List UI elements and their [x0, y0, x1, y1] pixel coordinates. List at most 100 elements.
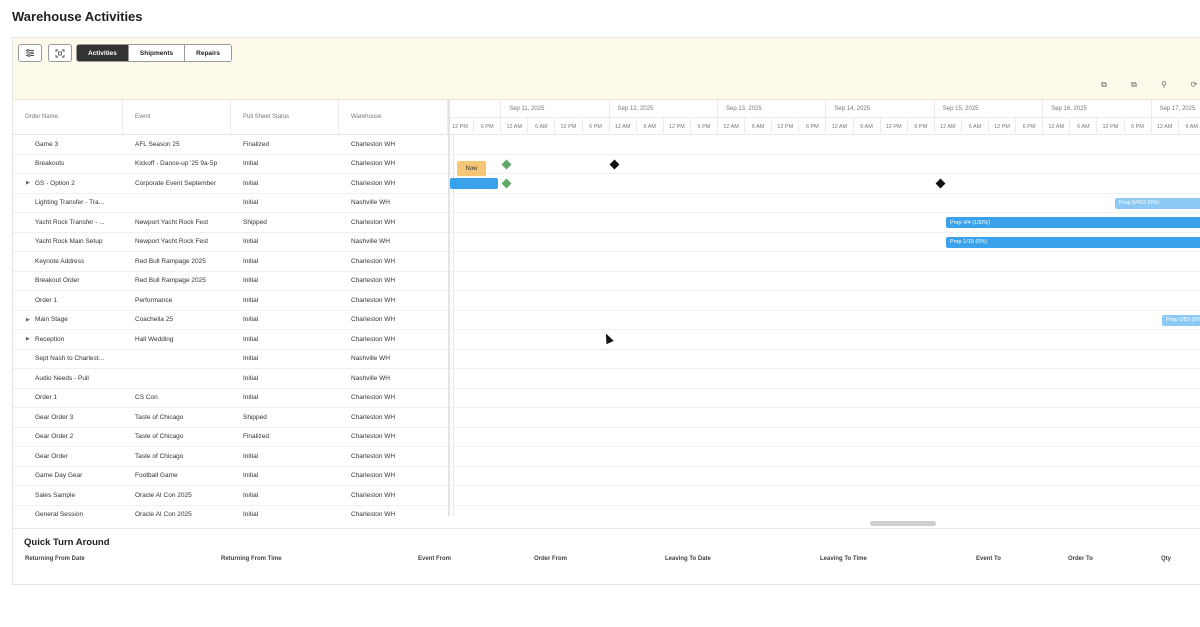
qta-col-event-from[interactable]: Event From — [418, 556, 451, 562]
timeline-hour-label: 12 PM — [879, 117, 907, 135]
order-name-cell-text: Yacht Rock Main Setup — [35, 238, 103, 246]
table-row[interactable]: Breakouts Kickoff - Dance-up '25 9a-5p Ini… — [13, 155, 448, 174]
table-row[interactable]: ▶ Reception Hall Wedding Initial Charleston … — [13, 330, 448, 350]
status-cell: Finalized — [231, 428, 339, 447]
warehouse-cell-text: Nashville WH — [351, 199, 391, 207]
table-row[interactable]: Game 3 AFL Season 25 Finalized Charleston W… — [13, 135, 448, 155]
status-cell-text: Initial — [243, 160, 259, 168]
gantt-bar[interactable]: Prep 0/423 (0%) — [1115, 197, 1200, 209]
column-header-status[interactable]: Pull Sheet Status — [231, 100, 339, 134]
order-name-cell-text: Sept Nash to Charlest... — [35, 355, 105, 363]
table-row[interactable]: Order 1 Performance Initial Charleston WH — [13, 291, 448, 311]
timeline-day-label: Sep 17, 2025 — [1150, 100, 1200, 117]
table-row[interactable]: Gear Order 2 Taste of Chicago Finalized Cha… — [13, 428, 448, 447]
order-name-cell: ▶ Main Stage — [13, 311, 123, 330]
warehouse-cell-text: Charleston WH — [351, 179, 396, 187]
timeline-hour-label: 6 AM — [744, 117, 772, 135]
status-cell-text: Initial — [243, 355, 259, 363]
timeline-hour-label: 6 PM — [906, 117, 934, 135]
status-cell: Initial — [231, 369, 339, 388]
status-cell-text: Finalized — [243, 140, 270, 148]
gantt-bar[interactable]: Prep 4/4 (100%) — [946, 217, 1200, 228]
horizontal-scrollbar[interactable] — [870, 521, 936, 526]
timeline-day-label: Sep 13, 2025 — [717, 100, 825, 117]
qta-col-event-to[interactable]: Event To — [976, 556, 1001, 562]
timeline-row — [450, 330, 1200, 350]
gantt-bar[interactable]: Prep 0/83 (0%) — [1162, 314, 1200, 326]
order-name-cell: Gear Order 2 — [13, 428, 123, 447]
status-cell: Initial — [231, 389, 339, 408]
table-row[interactable]: Sales Sample Oracle AI Con 2025 Initial Cha… — [13, 486, 448, 506]
timeline-hour-label: 12 AM — [1150, 117, 1178, 135]
warehouse-cell-text: Nashville WH — [351, 355, 391, 363]
warehouse-cell: Charleston WH — [339, 252, 448, 271]
warehouse-cell-text: Charleston WH — [351, 472, 396, 480]
warehouse-cell-text: Charleston WH — [351, 257, 396, 265]
timeline-row — [450, 467, 1200, 486]
table-row[interactable]: Breakout Order Red Bull Rampage 2025 Initi… — [13, 272, 448, 291]
table-row[interactable]: ▶ GS - Option 2 Corporate Event September I… — [13, 174, 448, 194]
table-row[interactable]: Keynote Address Red Bull Rampage 2025 Init… — [13, 252, 448, 272]
event-cell: Performance — [123, 291, 231, 310]
table-row[interactable]: Gear Order 3 Taste of Chicago Shipped Charl… — [13, 408, 448, 428]
status-cell-text: Initial — [243, 452, 259, 460]
timeline-day-label: Sep 16, 2025 — [1042, 100, 1150, 117]
qta-col-returning-from-time[interactable]: Returning From Time — [221, 556, 282, 562]
warehouse-cell-text: Charleston WH — [351, 316, 396, 324]
timeline-hour-label: 12 AM — [933, 117, 961, 135]
zoom-icon[interactable]: ⚲ — [1158, 80, 1170, 92]
event-cell-text: Red Bull Rampage 2025 — [135, 277, 206, 285]
copy-icon[interactable]: ⧉ — [1098, 80, 1110, 92]
event-cell-text: AFL Season 25 — [135, 140, 180, 148]
fit-view-button[interactable] — [48, 44, 72, 62]
table-row[interactable]: Audio Needs - Pull Initial Nashville WH — [13, 369, 448, 389]
expand-chevron-icon[interactable]: ▶ — [26, 180, 30, 186]
tab-repairs[interactable]: Repairs — [185, 45, 231, 61]
qta-col-leaving-to-date[interactable]: Leaving To Date — [665, 556, 711, 562]
refresh-icon[interactable]: ⟳ — [1188, 80, 1200, 92]
timeline-hour-label: 12 AM — [717, 117, 745, 135]
order-name-cell-text: Lighting Transfer - Tra... — [35, 199, 105, 207]
table-row[interactable]: General Session Oracle AI Con 2025 Initial… — [13, 506, 448, 516]
status-cell-text: Initial — [243, 296, 259, 304]
table-row[interactable]: Yacht Rock Main Setup Newport Yacht Rock … — [13, 233, 448, 252]
duplicate-icon[interactable]: ⧉ — [1128, 80, 1140, 92]
gantt-bar[interactable] — [450, 178, 498, 189]
qta-col-qty[interactable]: Qty — [1161, 556, 1171, 562]
tab-activities[interactable]: Activities — [77, 45, 129, 61]
order-name-cell: Yacht Rock Main Setup — [13, 233, 123, 252]
expand-chevron-icon[interactable]: ▶ — [26, 336, 30, 342]
event-cell-text: Taste of Chicago — [135, 413, 184, 421]
event-cell-text: Football Game — [135, 472, 178, 480]
warehouse-cell: Charleston WH — [339, 467, 448, 486]
timeline-hour-label: 6 AM — [852, 117, 880, 135]
table-row[interactable]: Yacht Rock Transfer - ... Newport Yacht R… — [13, 213, 448, 233]
qta-col-leaving-to-time[interactable]: Leaving To Time — [820, 556, 867, 562]
table-row[interactable]: Gear Order Taste of Chicago Initial Charles… — [13, 447, 448, 467]
order-name-cell: General Session — [13, 506, 123, 516]
order-name-cell-text: Breakouts — [35, 160, 65, 168]
event-cell-text: Oracle AI Con 2025 — [135, 511, 192, 516]
filter-button[interactable] — [18, 44, 42, 62]
order-name-cell-text: Main Stage — [35, 316, 68, 324]
warehouse-cell-text: Charleston WH — [351, 277, 396, 285]
table-row[interactable]: ▶ Main Stage Coachella 25 Initial Charleston… — [13, 311, 448, 330]
table-row[interactable]: Game Day Gear Football Game Initial Charles… — [13, 467, 448, 486]
table-row[interactable]: Sept Nash to Charlest... Initial Nashville… — [13, 350, 448, 369]
warehouse-cell-text: Charleston WH — [351, 296, 396, 304]
qta-col-returning-from-date[interactable]: Returning From Date — [25, 556, 85, 562]
view-tabs: Activities Shipments Repairs — [76, 44, 232, 62]
qta-col-order-from[interactable]: Order From — [534, 556, 567, 562]
column-header-order-name[interactable]: Order Name — [13, 100, 123, 134]
table-row[interactable]: Lighting Transfer - Tra... Initial Nashvil… — [13, 194, 448, 213]
expand-chevron-icon[interactable]: ▶ — [26, 317, 30, 323]
order-name-cell: Yacht Rock Transfer - ... — [13, 213, 123, 232]
column-header-event[interactable]: Event — [123, 100, 231, 134]
warehouse-cell-text: Nashville WH — [351, 238, 391, 246]
table-row[interactable]: Order 1 CS Con Initial Charleston WH — [13, 389, 448, 408]
event-cell — [123, 194, 231, 213]
column-header-warehouse[interactable]: Warehouse — [339, 100, 448, 134]
qta-col-order-to[interactable]: Order To — [1068, 556, 1093, 562]
tab-shipments[interactable]: Shipments — [128, 45, 186, 61]
gantt-bar[interactable]: Prep 1/19 (0%) — [946, 236, 1200, 248]
